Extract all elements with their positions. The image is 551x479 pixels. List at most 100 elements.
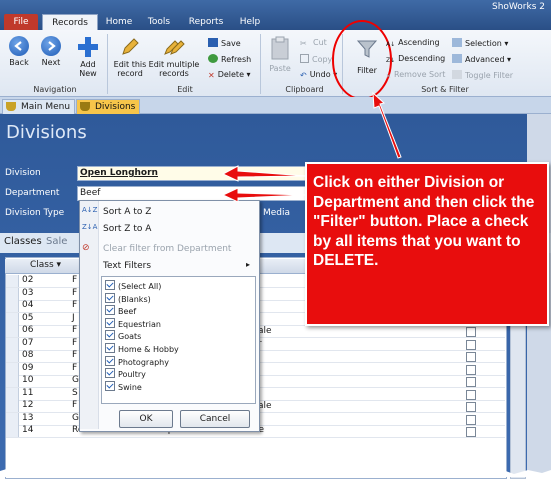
checked-checkbox-icon[interactable] xyxy=(105,368,115,379)
clear-filter-item[interactable]: Clear filter from Department xyxy=(103,244,231,254)
row-checkbox[interactable] xyxy=(466,402,476,412)
tab-file[interactable]: File xyxy=(4,14,38,30)
edit-record-line2: record xyxy=(117,69,143,78)
back-button[interactable]: Back xyxy=(6,36,32,67)
filter-value-label: Poultry xyxy=(118,370,146,380)
filter-value-item[interactable]: (Blanks) xyxy=(105,292,151,305)
copy-button[interactable]: Copy xyxy=(300,54,332,65)
edit-multi-line1: Edit multiple xyxy=(148,60,200,69)
row-selector[interactable] xyxy=(6,287,19,300)
row-selector[interactable] xyxy=(6,375,19,387)
advanced-button[interactable]: Advanced ▾ xyxy=(452,54,511,65)
row-class-number: 14 xyxy=(22,425,34,435)
tab-sale[interactable]: Sale xyxy=(46,236,67,247)
checked-checkbox-icon[interactable] xyxy=(105,355,115,366)
checked-checkbox-icon[interactable] xyxy=(105,380,115,391)
tab-divisions[interactable]: Divisions xyxy=(76,99,141,114)
ok-button[interactable]: OK xyxy=(119,410,173,428)
sort-z-to-a-item[interactable]: Sort Z to A xyxy=(103,224,151,234)
row-selector[interactable] xyxy=(6,387,19,400)
department-label: Department xyxy=(5,188,60,198)
clear-filter-icon: ⊘ xyxy=(82,243,90,253)
row-checkbox[interactable] xyxy=(466,364,476,375)
row-selector[interactable] xyxy=(6,312,19,325)
edit-this-record-button[interactable]: Edit this record xyxy=(112,36,148,78)
tab-reports[interactable]: Reports xyxy=(188,14,224,30)
checked-checkbox-icon[interactable] xyxy=(105,305,115,316)
checked-checkbox-icon[interactable] xyxy=(105,292,115,303)
row-class-name: S xyxy=(72,387,78,398)
row-class-number: 04 xyxy=(22,300,34,310)
row-checkbox[interactable] xyxy=(466,389,476,400)
sort-za-icon: Z↓A xyxy=(82,223,98,231)
row-checkbox[interactable] xyxy=(466,377,476,387)
tab-records[interactable]: Records xyxy=(42,14,98,31)
edit-multiple-records-button[interactable]: Edit multiple records xyxy=(148,36,200,78)
sort-descending-button[interactable]: Z↓ Descending xyxy=(386,54,445,65)
delete-x-icon: ✕ xyxy=(208,71,215,80)
tab-main-menu-label: Main Menu xyxy=(21,102,71,112)
row-checkbox[interactable] xyxy=(466,339,476,350)
cut-button[interactable]: ✂ Cut xyxy=(300,38,327,48)
delete-button[interactable]: ✕ Delete ▾ xyxy=(208,70,251,80)
selection-button[interactable]: Selection ▾ xyxy=(452,38,508,49)
next-button[interactable]: Next xyxy=(38,36,64,67)
row-selector[interactable] xyxy=(6,275,19,287)
toggle-filter-button[interactable]: Toggle Filter xyxy=(452,70,513,81)
remove-sort-button[interactable]: ✕ Remove Sort xyxy=(386,70,445,81)
row-checkbox[interactable] xyxy=(466,427,476,437)
row-class-number: 13 xyxy=(22,412,34,423)
refresh-button[interactable]: Refresh xyxy=(208,54,251,65)
filter-value-item[interactable]: Goats xyxy=(105,330,141,342)
paste-button[interactable]: Paste xyxy=(266,36,294,73)
row-selector[interactable] xyxy=(6,425,19,437)
tab-classes[interactable]: Classes xyxy=(4,236,42,247)
row-class-number: 07 xyxy=(22,337,34,348)
ascending-label: Ascending xyxy=(398,38,440,47)
selection-icon xyxy=(452,38,462,47)
row-selector[interactable] xyxy=(6,362,19,375)
tab-divisions-label: Divisions xyxy=(95,102,136,112)
save-button[interactable]: Save xyxy=(208,38,241,49)
row-selector[interactable] xyxy=(6,325,19,337)
row-class-number: 03 xyxy=(22,287,34,298)
tab-tools[interactable]: Tools xyxy=(146,14,172,30)
sort-a-to-z-item[interactable]: Sort A to Z xyxy=(103,207,151,217)
media-label: Media xyxy=(263,208,291,218)
filter-value-label: Beef xyxy=(118,307,137,317)
filter-value-label: Photography xyxy=(118,357,169,367)
filter-value-item[interactable]: Poultry xyxy=(105,368,146,380)
remove-sort-label: Remove Sort xyxy=(394,70,446,79)
filter-value-item[interactable]: Photography xyxy=(105,355,169,368)
cancel-button[interactable]: Cancel xyxy=(180,410,250,428)
row-checkbox[interactable] xyxy=(466,352,476,362)
tab-help[interactable]: Help xyxy=(238,14,262,30)
row-selector[interactable] xyxy=(6,337,19,350)
row-selector[interactable] xyxy=(6,300,19,312)
row-selector[interactable] xyxy=(6,412,19,425)
checked-checkbox-icon[interactable] xyxy=(105,343,115,353)
text-filters-item[interactable]: Text Filters xyxy=(103,261,151,271)
add-new-button[interactable]: Add New xyxy=(74,36,102,78)
department-field[interactable]: Beef xyxy=(77,186,311,201)
checked-checkbox-icon[interactable] xyxy=(105,280,115,290)
checked-checkbox-icon[interactable] xyxy=(105,330,115,341)
checked-checkbox-icon[interactable] xyxy=(105,317,115,328)
class-column-header[interactable]: Class ▾ xyxy=(30,260,61,270)
edit-group-label: Edit xyxy=(177,85,193,94)
tab-main-menu[interactable]: Main Menu xyxy=(2,99,76,114)
row-selector[interactable] xyxy=(6,350,19,362)
filter-value-item[interactable]: Swine xyxy=(105,380,142,393)
filter-value-item[interactable]: Equestrian xyxy=(105,317,161,330)
sort-ascending-button[interactable]: A↓ Ascending xyxy=(386,38,440,49)
division-field[interactable]: Open Longhorn xyxy=(77,166,311,181)
row-selector[interactable] xyxy=(6,400,19,412)
tab-home[interactable]: Home xyxy=(104,14,134,30)
multi-pencil-icon xyxy=(164,40,185,55)
filter-value-item[interactable]: Home & Hobby xyxy=(105,343,179,355)
row-checkbox[interactable] xyxy=(466,414,476,425)
row-class-name: F xyxy=(72,400,78,410)
row-checkbox[interactable] xyxy=(466,327,476,337)
filter-value-item[interactable]: (Select All) xyxy=(105,280,161,292)
filter-value-item[interactable]: Beef xyxy=(105,305,136,317)
